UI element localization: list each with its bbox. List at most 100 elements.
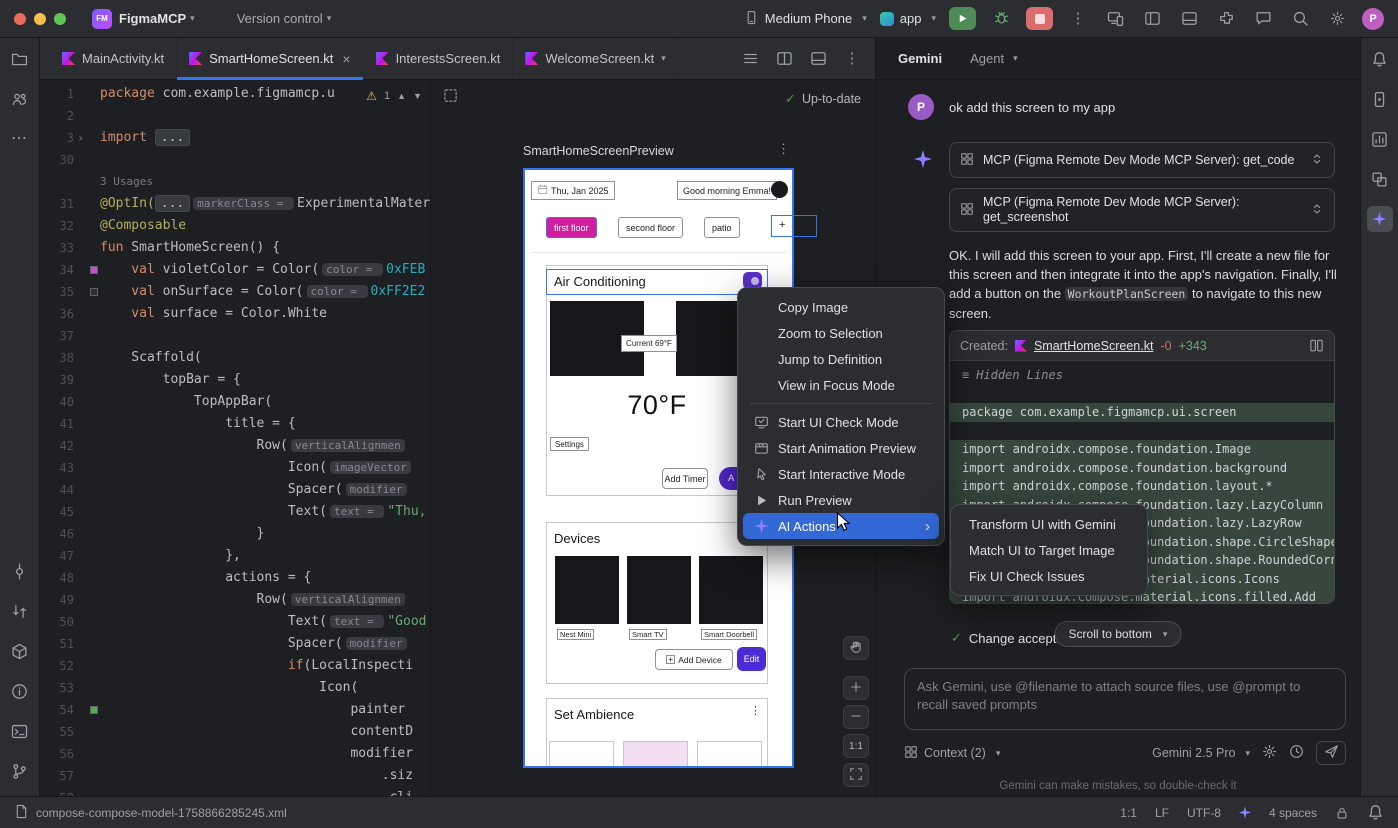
edit-button[interactable]: Edit xyxy=(737,647,766,671)
more-actions-icon[interactable]: ⋮ xyxy=(1066,7,1090,31)
close-tab-icon[interactable]: × xyxy=(342,51,350,67)
search-everywhere-icon[interactable] xyxy=(1288,7,1312,31)
maximize-window-icon[interactable] xyxy=(54,13,66,25)
menu-item-transform-ui-with-gemini[interactable]: Transform UI with Gemini xyxy=(956,511,1142,537)
menu-item-view-in-focus-mode[interactable]: View in Focus Mode xyxy=(743,372,939,398)
chevron-down-icon[interactable]: ▾ xyxy=(661,53,666,64)
status-file-name[interactable]: compose-compose-model-1758866285245.xml xyxy=(36,806,287,820)
gemini-status-icon[interactable] xyxy=(1239,807,1251,819)
minimize-window-icon[interactable] xyxy=(34,13,46,25)
version-control-menu[interactable]: Version control xyxy=(237,11,323,26)
tab-welcomescreen-kt[interactable]: WelcomeScreen.kt▾ xyxy=(513,38,678,79)
terminal-icon[interactable] xyxy=(7,718,33,744)
cursor-position[interactable]: 1:1 xyxy=(1120,806,1137,820)
settings-label[interactable]: Settings xyxy=(550,437,589,451)
inspection-widget[interactable]: ⚠ 1 ▲ ▼ xyxy=(366,85,422,107)
hidden-lines-row[interactable]: ≡Hidden Lines xyxy=(950,366,1334,385)
commit-icon[interactable] xyxy=(7,558,33,584)
prompt-input[interactable] xyxy=(905,669,1345,729)
tab-agent[interactable]: Agent ▾ xyxy=(970,51,1018,66)
zoom-actual-size-button[interactable]: 1:1 xyxy=(843,734,869,758)
close-window-icon[interactable] xyxy=(14,13,26,25)
tool-call-card[interactable]: MCP (Figma Remote Dev Mode MCP Server): … xyxy=(949,188,1335,232)
problems-icon[interactable] xyxy=(7,678,33,704)
model-selector[interactable]: Gemini 2.5 Pro ▾ xyxy=(1152,746,1250,760)
menu-item-copy-image[interactable]: Copy Image xyxy=(743,294,939,320)
menu-item-fix-ui-check-issues[interactable]: Fix UI Check Issues xyxy=(956,563,1142,589)
editor-layout-icon[interactable] xyxy=(805,46,831,72)
indent-size[interactable]: 4 spaces xyxy=(1269,806,1317,820)
menu-item-start-interactive-mode[interactable]: Start Interactive Mode xyxy=(743,461,939,487)
editor-options-icon[interactable]: ⋮ xyxy=(839,46,865,72)
zoom-out-button[interactable] xyxy=(843,705,869,729)
expand-icon[interactable] xyxy=(1310,202,1324,219)
zoom-in-button[interactable] xyxy=(843,676,869,700)
run-configuration-selector[interactable]: app ▾ xyxy=(880,11,936,26)
stop-button[interactable] xyxy=(1026,7,1053,30)
menu-item-zoom-to-selection[interactable]: Zoom to Selection xyxy=(743,320,939,346)
debug-button[interactable] xyxy=(989,7,1013,31)
sidebar-toggle-icon[interactable] xyxy=(1140,7,1164,31)
send-button[interactable] xyxy=(1316,741,1346,765)
prev-issue-icon[interactable]: ▲ xyxy=(397,85,406,107)
tab-smarthomescreen-kt[interactable]: SmartHomeScreen.kt× xyxy=(177,38,363,79)
preview-options-icon[interactable]: ⋮ xyxy=(777,141,790,157)
project-icon[interactable] xyxy=(7,46,33,72)
project-name[interactable]: FigmaMCP xyxy=(119,11,186,26)
floor-chip-first[interactable]: first floor xyxy=(546,217,597,238)
file-encoding[interactable]: UTF-8 xyxy=(1187,806,1221,820)
community-profile-icon[interactable] xyxy=(7,86,33,112)
tab-gemini[interactable]: Gemini xyxy=(898,51,942,66)
bottom-panel-toggle-icon[interactable] xyxy=(1177,7,1201,31)
scroll-to-bottom-button[interactable]: Scroll to bottom ▾ xyxy=(1055,621,1182,647)
ambience-tile[interactable] xyxy=(697,741,762,768)
add-timer-button[interactable]: Add Timer xyxy=(662,468,708,489)
device-manager-icon[interactable] xyxy=(1103,7,1127,31)
code-editor[interactable]: 1package com.example.figmamcp.u23›import… xyxy=(40,80,430,796)
floor-chip-patio[interactable]: patio xyxy=(704,217,740,238)
settings-icon[interactable] xyxy=(1325,7,1349,31)
extensions-icon[interactable] xyxy=(1214,7,1238,31)
menu-item-match-ui-to-target-image[interactable]: Match UI to Target Image xyxy=(956,537,1142,563)
layout-inspector-icon[interactable] xyxy=(1367,166,1393,192)
menu-item-jump-to-definition[interactable]: Jump to Definition xyxy=(743,346,939,372)
gemini-settings-icon[interactable] xyxy=(1262,744,1277,762)
run-button[interactable] xyxy=(949,7,976,30)
window-controls[interactable] xyxy=(14,13,66,25)
ambience-tile[interactable] xyxy=(549,741,614,768)
line-separator[interactable]: LF xyxy=(1155,806,1169,820)
pull-requests-icon[interactable] xyxy=(7,598,33,624)
ai-chat-icon[interactable] xyxy=(1251,7,1275,31)
menu-item-start-animation-preview[interactable]: Start Animation Preview xyxy=(743,435,939,461)
build-icon[interactable] xyxy=(7,638,33,664)
history-icon[interactable] xyxy=(1289,744,1304,762)
more-tool-windows-icon[interactable]: ⋯ xyxy=(7,126,33,152)
floor-chip-second[interactable]: second floor xyxy=(618,217,683,238)
context-selector[interactable]: Context (2) ▾ xyxy=(904,745,1000,762)
running-devices-icon[interactable] xyxy=(1367,86,1393,112)
menu-item-start-ui-check-mode[interactable]: Start UI Check Mode xyxy=(743,409,939,435)
profiler-icon[interactable] xyxy=(1367,126,1393,152)
device-selector[interactable]: Medium Phone ▾ xyxy=(744,10,867,28)
pan-tool-button[interactable] xyxy=(843,636,869,660)
split-editor-icon[interactable] xyxy=(771,46,797,72)
notifications-icon[interactable] xyxy=(1367,46,1393,72)
ide-notifications-icon[interactable] xyxy=(1367,804,1384,821)
zoom-to-fit-button[interactable] xyxy=(843,763,869,787)
add-floor-chip-selection[interactable]: + xyxy=(771,215,817,237)
tab-interestsscreen-kt[interactable]: InterestsScreen.kt xyxy=(364,38,514,79)
version-control-icon[interactable] xyxy=(7,758,33,784)
read-only-lock-icon[interactable] xyxy=(1335,806,1349,820)
expand-icon[interactable] xyxy=(1310,152,1324,169)
created-file-link[interactable]: SmartHomeScreen.kt xyxy=(1034,339,1153,353)
gemini-icon[interactable] xyxy=(1367,206,1393,232)
next-issue-icon[interactable]: ▼ xyxy=(413,85,422,107)
section-options-icon[interactable]: ⋮ xyxy=(750,704,761,717)
menu-item-run-preview[interactable]: Run Preview xyxy=(743,487,939,513)
tool-call-card[interactable]: MCP (Figma Remote Dev Mode MCP Server): … xyxy=(949,142,1335,178)
canvas-mode-icon[interactable] xyxy=(443,88,458,106)
reader-mode-icon[interactable] xyxy=(737,46,763,72)
tab-mainactivity-kt[interactable]: MainActivity.kt xyxy=(50,38,177,79)
open-diff-icon[interactable] xyxy=(1309,338,1324,353)
ambience-tile[interactable] xyxy=(623,741,688,768)
